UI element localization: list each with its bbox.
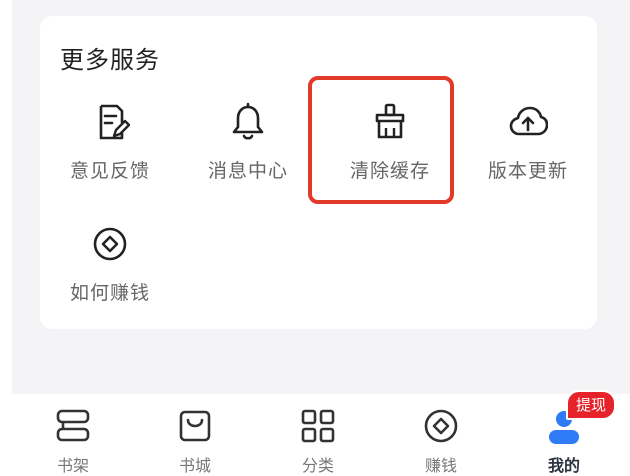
service-feedback[interactable]: 意见反馈 xyxy=(40,102,180,183)
service-label: 版本更新 xyxy=(487,160,568,182)
service-how-to-earn[interactable]: 如何赚钱 xyxy=(40,224,180,305)
more-services-card: 更多服务 意见反馈 消息中心 清除缓存 版本更新 如何赚钱 xyxy=(40,16,597,329)
service-label: 消息中心 xyxy=(207,160,288,182)
service-label: 意见反馈 xyxy=(69,160,150,182)
tab-label: 赚钱 xyxy=(424,456,457,475)
diamond-coin-icon xyxy=(93,227,127,261)
section-title: 更多服务 xyxy=(60,46,160,74)
coin-icon xyxy=(424,409,458,443)
bell-icon xyxy=(232,102,264,140)
withdraw-badge[interactable]: 提现 xyxy=(566,390,617,420)
tab-label: 我的 xyxy=(547,456,580,475)
tab-label: 分类 xyxy=(301,456,334,475)
grid-icon xyxy=(301,409,335,443)
service-version-update[interactable]: 版本更新 xyxy=(458,102,598,183)
bookshelf-icon xyxy=(56,409,90,442)
shopping-bag-icon xyxy=(179,410,211,442)
feedback-edit-icon xyxy=(99,104,130,140)
tab-label: 书架 xyxy=(56,456,89,475)
service-messages[interactable]: 消息中心 xyxy=(178,102,318,183)
service-label: 如何赚钱 xyxy=(69,282,150,304)
cloud-upload-icon xyxy=(509,106,548,136)
service-clear-cache[interactable]: 清除缓存 xyxy=(320,102,460,183)
tab-label: 书城 xyxy=(178,456,211,475)
service-label: 清除缓存 xyxy=(349,160,430,182)
bottom-tab-bar: 书架 书城 分类 赚钱 我的 xyxy=(0,394,630,475)
broom-icon xyxy=(375,103,405,139)
